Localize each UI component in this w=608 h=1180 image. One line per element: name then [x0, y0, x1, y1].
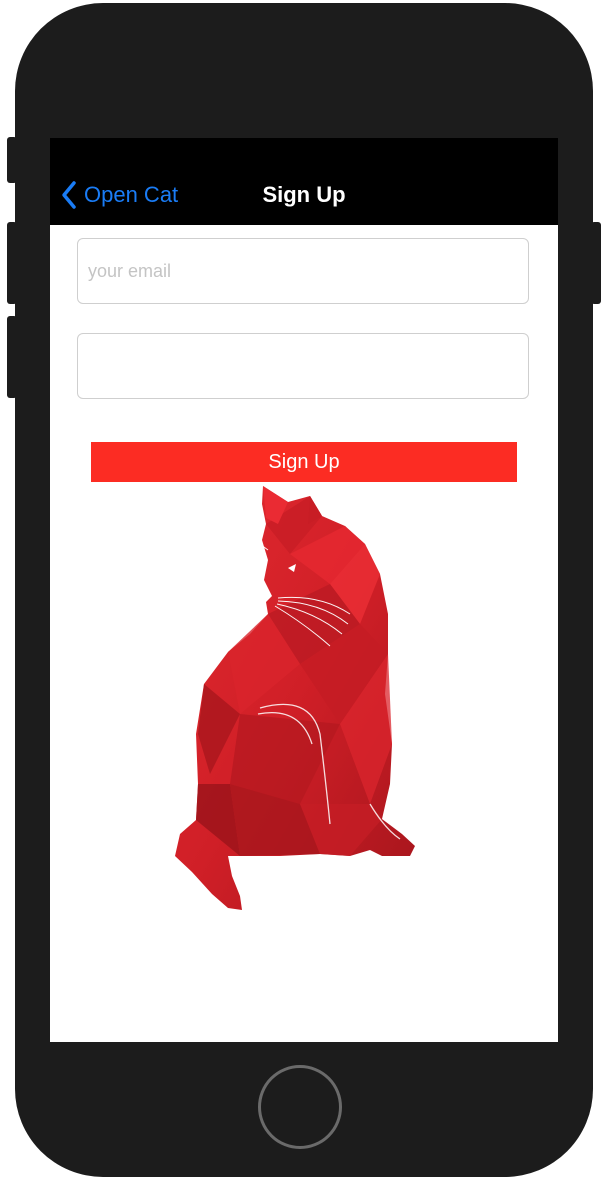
- email-field[interactable]: [77, 238, 529, 304]
- cat-illustration: [175, 486, 415, 910]
- navigation-bar: Open Cat Sign Up: [50, 138, 558, 225]
- home-button[interactable]: [258, 1065, 342, 1149]
- sign-up-button[interactable]: Sign Up: [91, 442, 517, 482]
- app-screen: Open Cat Sign Up Sign Up: [50, 138, 558, 1042]
- page-title: Sign Up: [262, 182, 346, 207]
- password-field[interactable]: [77, 333, 529, 399]
